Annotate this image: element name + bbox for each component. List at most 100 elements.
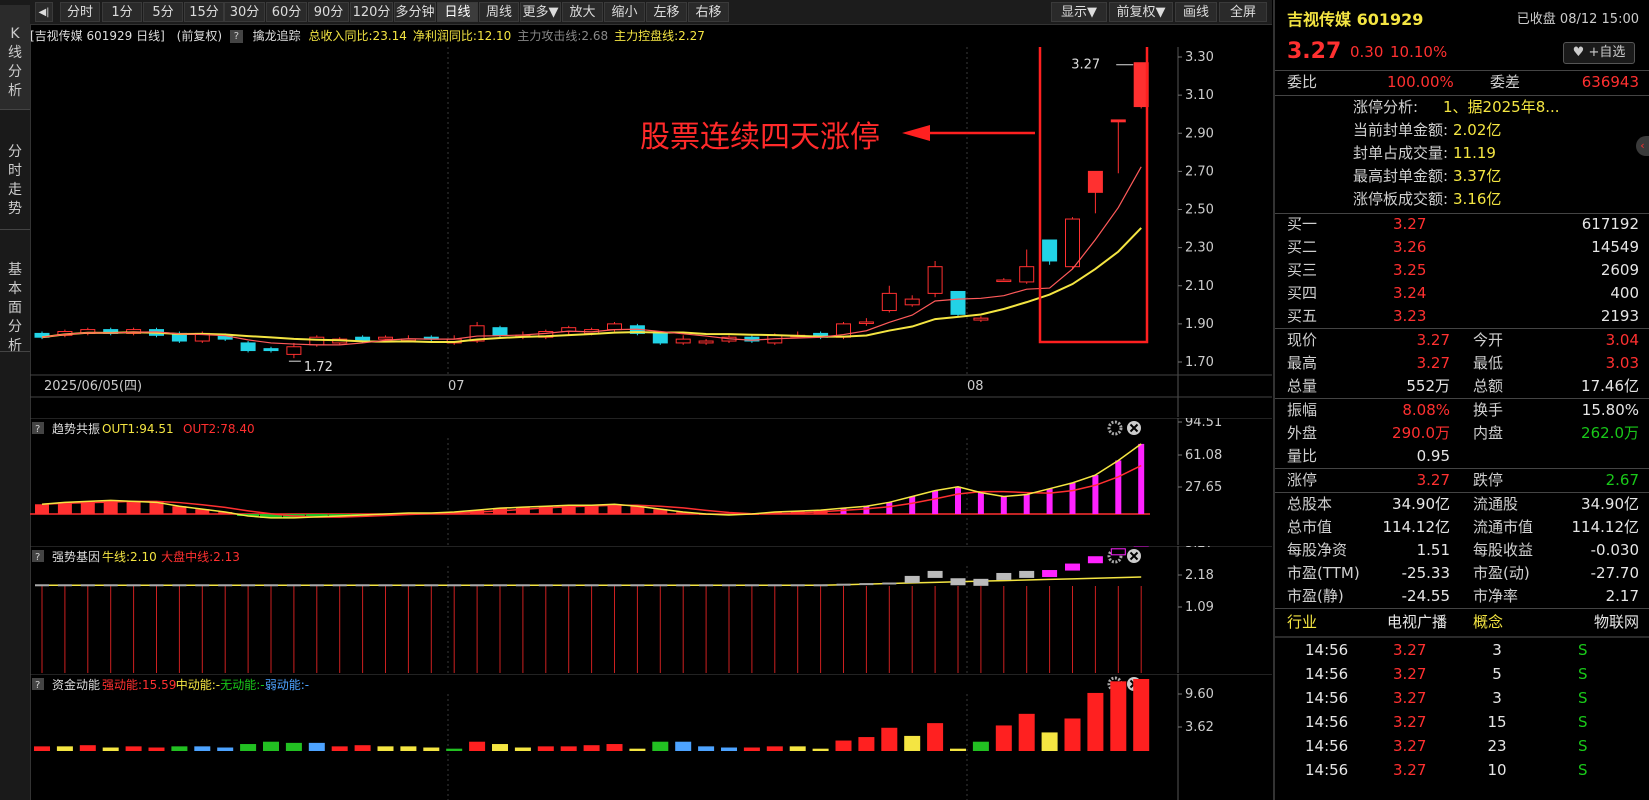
- tick-price: 3.27: [1393, 761, 1427, 779]
- candle[interactable]: [675, 338, 691, 344]
- y-axis-label: 9.60: [1185, 687, 1214, 702]
- period-button-12[interactable]: 放大: [562, 2, 603, 22]
- tick-price: 3.27: [1393, 713, 1427, 731]
- momentum-bar: [492, 744, 508, 751]
- period-button-4[interactable]: 30分: [224, 2, 265, 22]
- display-menu-button[interactable]: 显示▼: [1051, 2, 1107, 22]
- momentum-bar: [125, 746, 142, 751]
- weibi-row: 委比 100.00% 委差 636943: [1275, 71, 1649, 94]
- candle[interactable]: [1019, 266, 1035, 283]
- stat-row: 量比 0.95: [1275, 445, 1649, 468]
- y-axis-label: 3.27: [1185, 546, 1214, 551]
- collapse-panel-icon[interactable]: ‹: [1636, 136, 1649, 156]
- tab-intraday[interactable]: 分时走势: [0, 118, 30, 230]
- momentum-bar: [240, 744, 257, 751]
- y-axis-label: 3.30: [1185, 50, 1214, 65]
- panel-value: 牛线:2.10: [102, 549, 157, 564]
- candle[interactable]: [652, 332, 668, 344]
- candle[interactable]: [1087, 170, 1103, 193]
- period-button-14[interactable]: 左移: [646, 2, 687, 22]
- period-button-15[interactable]: 右移: [688, 2, 729, 22]
- bid-row: 买五 3.23 2193: [1275, 305, 1649, 328]
- tick-direction: S: [1578, 641, 1588, 659]
- candle[interactable]: [698, 340, 714, 344]
- period-button-11[interactable]: 更多▼: [520, 2, 561, 22]
- concept-value: 物联网: [1593, 613, 1639, 631]
- candle[interactable]: [858, 321, 874, 324]
- momentum-bar: [34, 746, 50, 751]
- tick-price: 3.27: [1393, 665, 1427, 683]
- gene-mark: [103, 584, 118, 587]
- stat-label: 流通市值: [1473, 518, 1534, 536]
- date-label: 07: [448, 379, 465, 394]
- trend-resonance-panel[interactable]: ? 趋势共振 OUT1:94.51 OUT2:78.40 94.51 61.08 27.65: [30, 418, 1272, 545]
- period-button-10[interactable]: 周线: [479, 2, 519, 22]
- quote-panel: 吉视传媒 601929 已收盘 08/12 15:00 3.27 0.30 10.10%…: [1273, 0, 1649, 800]
- help-icon[interactable]: ?: [229, 30, 243, 43]
- period-button-9[interactable]: 日线: [437, 2, 478, 22]
- candle[interactable]: [378, 336, 393, 340]
- trend-bar: [515, 507, 530, 514]
- adjust-menu-button[interactable]: 前复权▼: [1109, 2, 1173, 22]
- period-button-6[interactable]: 90分: [308, 2, 349, 22]
- highlight-box: [1038, 47, 1149, 344]
- limit-value: 3.37亿: [1453, 167, 1502, 185]
- candle[interactable]: [973, 317, 989, 321]
- period-button-1[interactable]: 1分: [102, 2, 142, 22]
- candle[interactable]: [881, 292, 897, 312]
- candle[interactable]: [1042, 239, 1058, 262]
- tab-kline[interactable]: K线分析: [0, 5, 30, 110]
- period-button-7[interactable]: 120分: [350, 2, 393, 22]
- gene-mark: [241, 584, 256, 587]
- gene-mark: [973, 578, 989, 586]
- candle[interactable]: [263, 348, 279, 352]
- trend-bar: [909, 496, 916, 514]
- gene-mark: [447, 584, 462, 587]
- period-button-8[interactable]: 多分钟: [394, 2, 436, 22]
- tab-fundamental[interactable]: 基本面分析: [0, 236, 30, 354]
- bid-label: 买三: [1287, 261, 1318, 279]
- candle[interactable]: [286, 346, 302, 355]
- candle[interactable]: [927, 266, 943, 294]
- heart-icon: ♥: [1572, 45, 1589, 60]
- draw-button[interactable]: 画线: [1175, 2, 1217, 22]
- candle[interactable]: [904, 298, 920, 306]
- strong-gene-panel[interactable]: ? 强势基因牛线:2.10 大盘中线:2.13 3.27 2.18 1.09: [30, 546, 1272, 673]
- candle[interactable]: [950, 290, 966, 315]
- tick-row: 14:56 3.27 10 S: [1275, 759, 1649, 782]
- stat-value: 17.46亿: [1581, 377, 1639, 395]
- period-button-13[interactable]: 缩小: [604, 2, 645, 22]
- candle[interactable]: [1110, 119, 1126, 123]
- stat-value: 2.67: [1605, 471, 1639, 489]
- period-button-0[interactable]: 分时: [60, 2, 100, 22]
- tick-volume: 10: [1487, 761, 1507, 779]
- kline-chart[interactable]: 3.30 3.10 2.90 2.70 2.50 2.30 2.10 1.90 1.70 2025…: [30, 47, 1272, 417]
- momentum-bar: [194, 746, 211, 751]
- stat-label: 最高: [1287, 354, 1318, 372]
- period-button-2[interactable]: 5分: [143, 2, 183, 22]
- momentum-bar: [217, 747, 234, 751]
- candle[interactable]: [996, 279, 1012, 283]
- momentum-bar: [652, 741, 669, 751]
- momentum-bar: [950, 748, 966, 751]
- period-button-3[interactable]: 15分: [184, 2, 224, 22]
- candle[interactable]: [1065, 218, 1080, 268]
- candle[interactable]: [607, 323, 622, 331]
- bid-row: 买一 3.27 617192: [1275, 213, 1649, 236]
- back-arrow-icon[interactable]: ◀|: [35, 2, 53, 22]
- gear-icon[interactable]: [1107, 420, 1123, 436]
- stat-value: 3.03: [1605, 354, 1639, 372]
- capital-momentum-panel[interactable]: ? 资金动能强动能:15.59中动能:-无动能:-弱动能:- 15.59 9.60 3.…: [30, 674, 1272, 800]
- tick-row: 14:56 3.27 3 S: [1275, 639, 1649, 662]
- momentum-bar: [308, 742, 325, 751]
- fullscreen-button[interactable]: 全屏: [1219, 2, 1267, 22]
- period-button-5[interactable]: 60分: [266, 2, 307, 22]
- candle[interactable]: [240, 342, 256, 352]
- candle[interactable]: [309, 336, 325, 346]
- date-label: 2025/06/05(四): [44, 379, 142, 394]
- momentum-bar: [904, 735, 921, 751]
- y-axis-label: 27.65: [1185, 480, 1222, 495]
- limit-value: 3.16亿: [1453, 190, 1502, 208]
- add-watchlist-button[interactable]: ♥ +自选: [1563, 42, 1635, 64]
- candle[interactable]: [492, 327, 508, 336]
